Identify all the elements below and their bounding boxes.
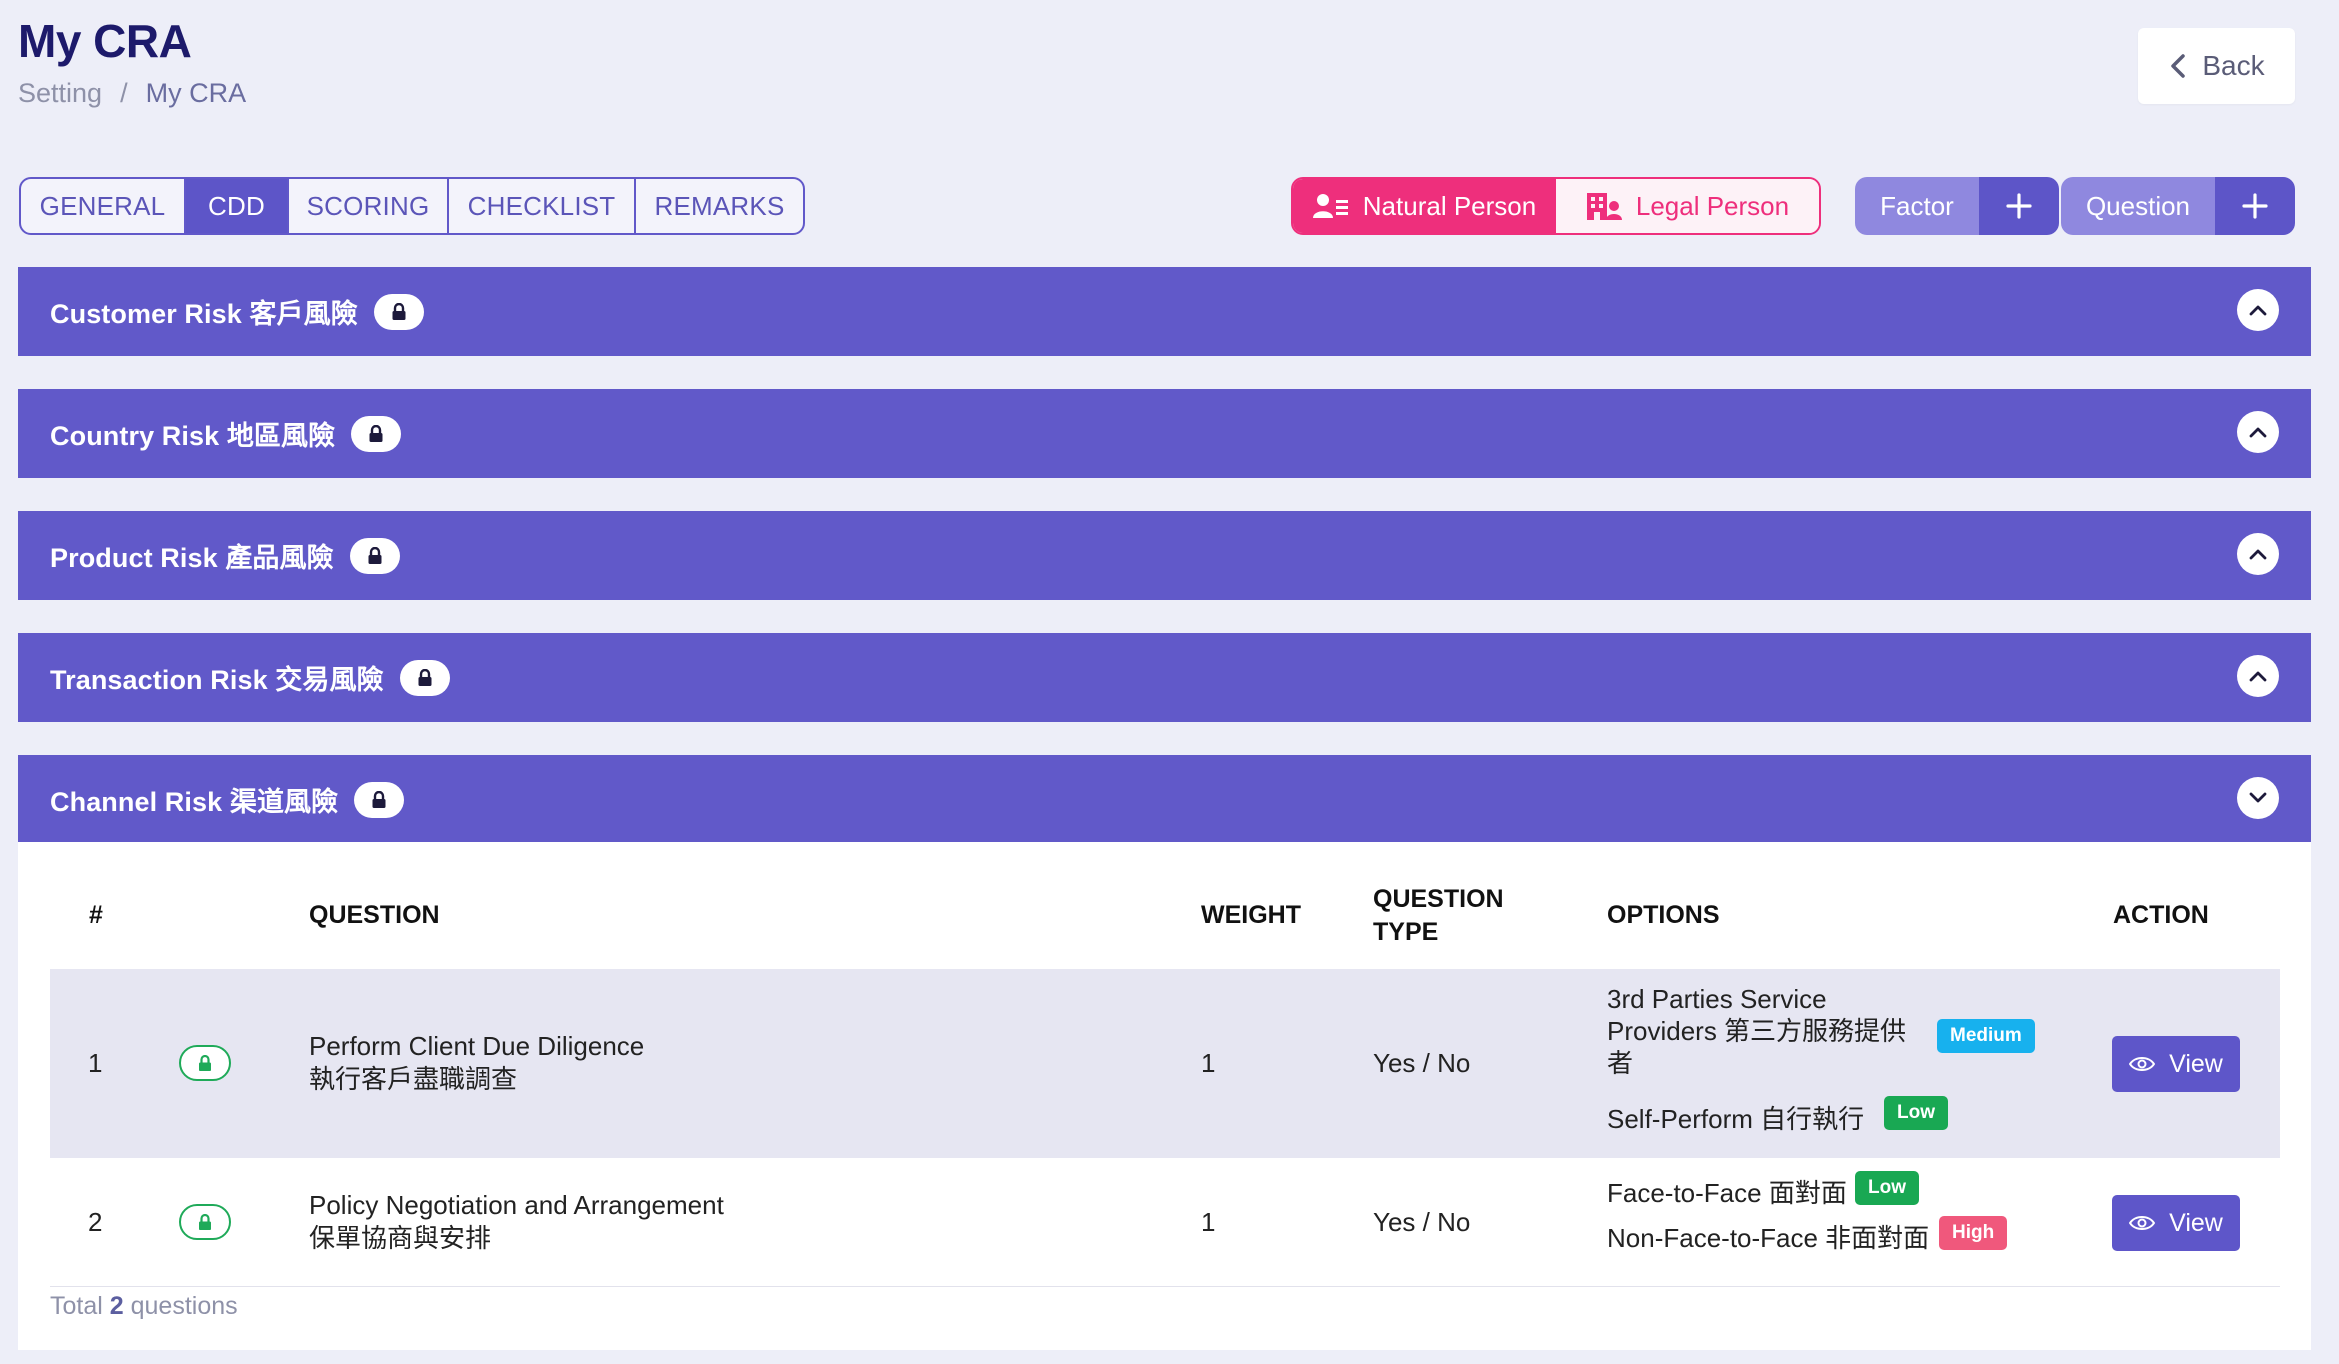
add-question-button[interactable] xyxy=(2215,177,2295,235)
total-questions: Total 2 questions xyxy=(50,1292,238,1320)
table-row: 1 Perform Client Due Diligence 執行客戶盡職調查 … xyxy=(50,969,2280,1158)
option-face-to-face: Face-to-Face 面對面 xyxy=(1607,1178,1847,1208)
risk-badge-low: Low xyxy=(1855,1171,1919,1205)
legal-person-button[interactable]: Legal Person xyxy=(1556,179,1819,233)
factor-label: Factor xyxy=(1855,177,1979,235)
chevron-up-icon[interactable] xyxy=(2237,289,2279,331)
risk-badge-high: High xyxy=(1939,1216,2008,1250)
breadcrumb-current: My CRA xyxy=(145,78,247,108)
back-label: Back xyxy=(2202,50,2265,81)
tab-scoring[interactable]: SCORING xyxy=(289,179,449,233)
weight-value: 1 xyxy=(1201,1048,1216,1078)
tab-general[interactable]: GENERAL xyxy=(21,179,186,233)
weight-value: 1 xyxy=(1201,1207,1216,1237)
question-type: Yes / No xyxy=(1373,1048,1471,1078)
tab-remarks[interactable]: REMARKS xyxy=(636,179,803,233)
section-title: Transaction Risk 交易風險 xyxy=(50,665,384,695)
tab-cdd[interactable]: CDD xyxy=(186,179,289,233)
section-country-risk[interactable]: Country Risk 地區風險 xyxy=(18,389,2311,478)
factor-group: Factor xyxy=(1855,177,2059,235)
section-title: Customer Risk 客戶風險 xyxy=(50,299,358,329)
question-text: Policy Negotiation and Arrangement 保單協商與… xyxy=(309,1190,724,1253)
option-third-party: 3rd Parties Service Providers 第三方服務提供 者 xyxy=(1607,984,1907,1078)
risk-badge-medium: Medium xyxy=(1937,1019,2035,1053)
natural-person-label: Natural Person xyxy=(1362,190,1537,221)
header-options: OPTIONS xyxy=(1607,901,1720,929)
row-number: 1 xyxy=(88,1048,103,1078)
chevron-down-icon[interactable] xyxy=(2237,777,2279,819)
row-number: 2 xyxy=(88,1207,103,1237)
table-row: 2 Policy Negotiation and Arrangement 保單協… xyxy=(50,1158,2280,1287)
add-factor-button[interactable] xyxy=(1979,177,2059,235)
breadcrumb-setting[interactable]: Setting xyxy=(18,78,102,109)
person-list-icon xyxy=(1312,194,1348,218)
eye-icon xyxy=(2129,1216,2156,1230)
option-self-perform: Self-Perform 自行執行 xyxy=(1607,1104,1865,1134)
chevron-up-icon[interactable] xyxy=(2237,655,2279,697)
page-title: My CRA xyxy=(18,15,192,67)
breadcrumb-separator: / xyxy=(120,78,128,108)
chevron-left-icon xyxy=(2171,54,2186,78)
section-product-risk[interactable]: Product Risk 產品風險 xyxy=(18,511,2311,600)
natural-person-button[interactable]: Natural Person xyxy=(1293,179,1556,233)
building-user-icon xyxy=(1586,193,1622,220)
header-number: # xyxy=(89,901,103,929)
section-title: Channel Risk 渠道風險 xyxy=(50,787,339,817)
breadcrumb: Setting / My CRA xyxy=(18,78,246,109)
section-title: Country Risk 地區風險 xyxy=(50,421,336,451)
header-question: QUESTION xyxy=(309,901,440,929)
plus-icon xyxy=(2242,193,2268,219)
lock-icon xyxy=(349,537,400,574)
header-question-type: QUESTION TYPE xyxy=(1373,885,1504,946)
view-button[interactable]: View xyxy=(2112,1036,2240,1092)
chevron-up-icon[interactable] xyxy=(2237,411,2279,453)
risk-badge-low: Low xyxy=(1884,1096,1948,1130)
lock-icon xyxy=(399,659,450,696)
lock-icon xyxy=(354,781,405,818)
chevron-up-icon[interactable] xyxy=(2237,533,2279,575)
lock-icon xyxy=(373,293,424,330)
question-label: Question xyxy=(2061,177,2215,235)
lock-icon xyxy=(179,1045,231,1081)
section-customer-risk[interactable]: Customer Risk 客戶風險 xyxy=(18,267,2311,356)
option-non-face-to-face: Non-Face-to-Face 非面對面 xyxy=(1607,1223,1930,1253)
channel-risk-panel: # QUESTION WEIGHT QUESTION TYPE OPTIONS … xyxy=(18,842,2311,1350)
question-type: Yes / No xyxy=(1373,1207,1471,1237)
question-group: Question xyxy=(2061,177,2295,235)
header-weight: WEIGHT xyxy=(1201,901,1301,929)
lock-icon xyxy=(179,1204,231,1240)
eye-icon xyxy=(2129,1057,2156,1071)
legal-person-label: Legal Person xyxy=(1635,190,1790,221)
section-channel-risk[interactable]: Channel Risk 渠道風險 xyxy=(18,755,2311,844)
section-transaction-risk[interactable]: Transaction Risk 交易風險 xyxy=(18,633,2311,722)
section-title: Product Risk 產品風險 xyxy=(50,543,334,573)
tab-bar: GENERAL CDD SCORING CHECKLIST REMARKS xyxy=(19,177,805,235)
tab-checklist[interactable]: CHECKLIST xyxy=(449,179,636,233)
question-text: Perform Client Due Diligence 執行客戶盡職調查 xyxy=(309,1031,645,1094)
header-action: ACTION xyxy=(2113,901,2209,929)
back-button[interactable]: Back xyxy=(2138,28,2295,104)
plus-icon xyxy=(2006,193,2032,219)
view-button[interactable]: View xyxy=(2112,1195,2240,1251)
lock-icon xyxy=(351,415,402,452)
person-type-toggle: Natural Person Legal Person xyxy=(1291,177,1821,235)
